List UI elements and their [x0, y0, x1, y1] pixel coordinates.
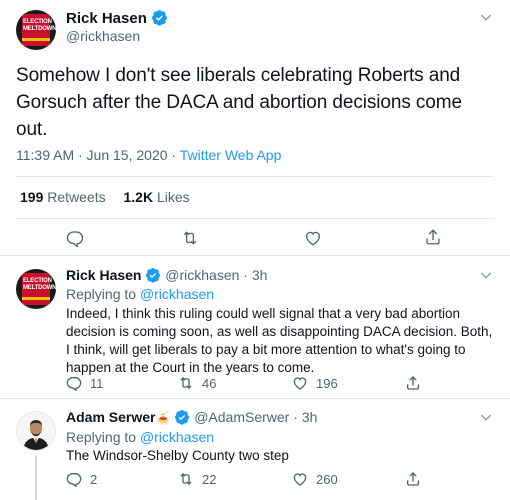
retweets-stat[interactable]: 199 Retweets	[20, 189, 106, 205]
book-cover-title: ELECTION MELTDOWN	[23, 19, 56, 32]
share-button[interactable]	[405, 375, 429, 391]
book-cover-title: ELECTION MELTDOWN	[23, 278, 56, 291]
share-icon	[407, 472, 419, 486]
divider	[16, 176, 494, 177]
tweet-source[interactable]: Twitter Web App	[180, 147, 282, 163]
share-button[interactable]	[405, 471, 429, 487]
share-icon	[407, 376, 419, 390]
reply-icon	[66, 377, 82, 392]
like-button[interactable]: 260	[292, 471, 338, 487]
reply-header: Adam Serwer🍝 @AdamSerwer · 3h	[66, 409, 318, 425]
tweet-meta: 11:39 AM · Jun 15, 2020 · Twitter Web Ap…	[16, 147, 281, 163]
chevron-down-icon[interactable]	[478, 267, 494, 283]
author-handle[interactable]: @rickhasen	[66, 28, 140, 44]
tweet-timestamp[interactable]: 11:39 AM · Jun 15, 2020 ·	[16, 147, 180, 163]
reply-time[interactable]: 3h	[252, 267, 268, 283]
like-button[interactable]: 196	[292, 375, 338, 391]
likes-stat[interactable]: 1.2K Likes	[124, 189, 190, 205]
reply-time[interactable]: 3h	[302, 409, 318, 425]
verified-badge-icon	[146, 268, 161, 283]
reply-button[interactable]: 2	[66, 471, 98, 488]
retweet-icon	[180, 473, 192, 485]
reply-count: 2	[90, 472, 98, 487]
replying-to-prefix: Replying to	[66, 286, 137, 302]
reply-icon[interactable]	[66, 229, 84, 247]
retweet-icon[interactable]	[181, 229, 199, 247]
replying-to-prefix: Replying to	[66, 429, 137, 445]
chevron-down-icon[interactable]	[478, 409, 494, 425]
reply-count: 11	[90, 376, 104, 391]
main-tweet[interactable]: ELECTION MELTDOWN Rick Hasen @rickhasen …	[0, 0, 510, 256]
tweet-text: Somehow I don't see liberals celebrating…	[16, 65, 462, 140]
retweets-label: Retweets	[47, 189, 106, 205]
reply-tweet[interactable]: ELECTION MELTDOWN Rick Hasen @rickhasen …	[0, 257, 510, 399]
person-avatar-image	[17, 412, 55, 450]
author-name-row: Rick Hasen	[66, 9, 168, 28]
like-icon	[293, 473, 307, 486]
reply-author-name[interactable]: Adam Serwer	[66, 409, 155, 425]
reply-button[interactable]: 11	[66, 375, 104, 392]
like-icon[interactable]	[304, 229, 322, 247]
name-emoji: 🍝	[155, 411, 171, 425]
replying-to-handle[interactable]: @rickhasen	[140, 286, 214, 302]
chevron-down-icon[interactable]	[478, 9, 494, 25]
replying-to: Replying to @rickhasen	[66, 286, 214, 302]
reply-author-name[interactable]: Rick Hasen	[66, 267, 141, 283]
retweet-button[interactable]: 46	[178, 375, 216, 391]
thread-line	[35, 456, 37, 500]
reply-icon	[66, 473, 82, 488]
reply-header: Rick Hasen @rickhasen · 3h	[66, 267, 268, 283]
retweet-count: 46	[202, 376, 217, 391]
reply-text: Indeed, I think this ruling could well s…	[66, 306, 493, 375]
replying-to: Replying to @rickhasen	[66, 429, 214, 445]
reply-author-handle[interactable]: @AdamSerwer	[194, 409, 289, 425]
like-count: 260	[316, 472, 338, 487]
author-avatar[interactable]: ELECTION MELTDOWN	[16, 10, 56, 50]
share-icon[interactable]	[424, 228, 442, 246]
reply-tweet[interactable]: Adam Serwer🍝 @AdamSerwer · 3h Replying t…	[0, 400, 510, 500]
reply-author-avatar[interactable]	[16, 411, 56, 451]
likes-count: 1.2K	[123, 189, 154, 205]
replying-to-handle[interactable]: @rickhasen	[140, 429, 214, 445]
likes-label: Likes	[156, 189, 190, 205]
verified-badge-icon	[175, 410, 190, 425]
retweet-icon	[180, 377, 192, 389]
retweets-count: 199	[20, 189, 44, 205]
divider	[16, 218, 494, 219]
retweet-count: 22	[202, 472, 217, 487]
reply-text: The Windsor-Shelby County two step	[66, 448, 289, 463]
like-icon	[293, 377, 307, 390]
tweet-stats: 199 Retweets 1.2K Likes	[20, 189, 190, 205]
book-cover-image: ELECTION MELTDOWN	[22, 14, 56, 46]
verified-badge-icon	[152, 10, 168, 26]
reply-author-handle[interactable]: @rickhasen	[165, 267, 239, 283]
retweet-button[interactable]: 22	[178, 471, 216, 487]
like-count: 196	[316, 376, 338, 391]
author-name[interactable]: Rick Hasen	[66, 10, 147, 27]
reply-author-avatar[interactable]: ELECTION MELTDOWN	[16, 269, 56, 309]
book-cover-image: ELECTION MELTDOWN	[22, 273, 56, 305]
